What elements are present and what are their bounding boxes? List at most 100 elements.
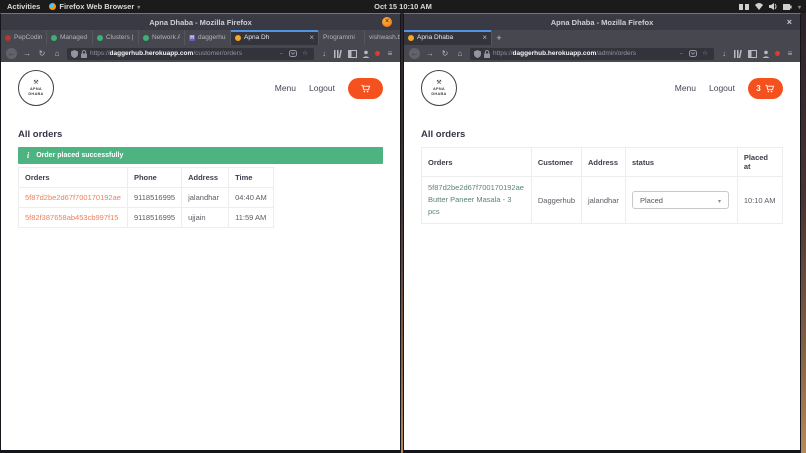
tab-close-icon[interactable]	[482, 33, 487, 42]
tab-label: Managed M	[60, 34, 88, 41]
sidebar-icon[interactable]	[748, 50, 757, 58]
tab-label: Programmi	[323, 34, 360, 41]
admin-orders-table: Orders Customer Address status Placed at…	[421, 147, 783, 224]
hamburger-menu-icon[interactable]	[385, 48, 395, 59]
phone-cell: 9118516995	[127, 208, 181, 228]
logout-link[interactable]: Logout	[309, 83, 335, 93]
pocket-icon[interactable]	[689, 50, 697, 57]
time-cell: 11:59 AM	[229, 208, 274, 228]
lock-icon	[81, 50, 87, 58]
page-actions-icon[interactable]	[276, 48, 286, 59]
col-address: Address	[582, 148, 626, 177]
tab-vishwash[interactable]: vishwash.b	[365, 30, 400, 45]
table-row: 5f87d2be2d67f700170192ae 9118516995 jala…	[19, 188, 274, 208]
tab-daggerhub[interactable]: daggerhub	[185, 30, 231, 45]
cart-button[interactable]	[348, 78, 383, 99]
tab-clusters[interactable]: Clusters | A	[93, 30, 139, 45]
reload-button[interactable]	[440, 48, 450, 59]
col-orders: Orders	[422, 148, 532, 177]
apna-dhaba-logo[interactable]: ⚒ APNA DHABA	[421, 70, 457, 106]
system-tray[interactable]	[739, 0, 801, 13]
hamburger-menu-icon[interactable]	[785, 48, 795, 59]
extension-red-icon[interactable]	[775, 51, 780, 56]
tray-chevron-icon	[798, 2, 801, 11]
green-dot-favicon	[51, 35, 57, 41]
desktop: Activities Firefox Web Browser Oct 15 10…	[0, 0, 806, 453]
back-button[interactable]	[409, 48, 420, 59]
tab-pepcoding[interactable]: PepCoding	[1, 30, 47, 45]
home-button[interactable]	[455, 48, 465, 59]
table-row: 5f82f387658ab453cb997f15 9118516995 ujja…	[19, 208, 274, 228]
sidebar-icon[interactable]	[348, 50, 357, 58]
firefox-window-customer: Apna Dhaba - Mozilla Firefox × PepCoding…	[0, 13, 401, 453]
col-customer: Customer	[531, 148, 581, 177]
home-button[interactable]	[52, 48, 62, 59]
menu-link[interactable]: Menu	[675, 83, 696, 93]
downloads-button[interactable]	[319, 48, 329, 59]
tab-network[interactable]: Network Ac	[139, 30, 185, 45]
left-titlebar[interactable]: Apna Dhaba - Mozilla Firefox ×	[1, 14, 400, 30]
activities-button[interactable]: Activities	[7, 2, 40, 11]
app-menu[interactable]: Firefox Web Browser	[49, 2, 140, 11]
library-icon[interactable]	[334, 50, 343, 58]
close-window-button[interactable]: ×	[382, 17, 392, 27]
table-header-row: Orders Phone Address Time	[19, 168, 274, 188]
col-orders: Orders	[19, 168, 128, 188]
bookmark-star-icon[interactable]	[300, 48, 310, 59]
tab-apna-dhaba-active[interactable]: Apna Dh	[231, 30, 319, 45]
status-select[interactable]: Placed	[632, 191, 729, 209]
right-tabbar: Apna Dhaba	[404, 30, 800, 45]
page-actions-icon[interactable]	[676, 48, 686, 59]
tab-close-icon[interactable]	[309, 33, 314, 42]
cart-button[interactable]: 3	[748, 78, 783, 99]
downloads-button[interactable]	[719, 48, 729, 59]
right-titlebar[interactable]: Apna Dhaba - Mozilla Firefox ×	[404, 14, 800, 30]
table-row: 5f87d2be2d67f700170192ae Butter Paneer M…	[422, 177, 783, 224]
library-icon[interactable]	[734, 50, 743, 58]
crossed-utensils-icon: ⚒	[33, 80, 38, 87]
forward-button[interactable]	[22, 48, 32, 59]
bookmark-star-icon[interactable]	[700, 48, 710, 59]
reload-button[interactable]	[37, 48, 47, 59]
order-id-link[interactable]: 5f87d2be2d67f700170192ae	[25, 193, 121, 202]
logout-link[interactable]: Logout	[709, 83, 735, 93]
firefox-window-admin: Apna Dhaba - Mozilla Firefox × Apna Dhab…	[403, 13, 801, 453]
back-button[interactable]	[6, 48, 17, 59]
info-icon: i	[27, 151, 29, 160]
tab-label: Network Ac	[152, 34, 180, 41]
url-bar[interactable]: https://daggerhub.herokuapp.com/customer…	[67, 48, 314, 60]
order-id[interactable]: 5f87d2be2d67f700170192ae	[428, 182, 525, 194]
heroku-favicon	[189, 35, 195, 41]
extension-red-icon[interactable]	[375, 51, 380, 56]
table-header-row: Orders Customer Address status Placed at	[422, 148, 783, 177]
account-icon[interactable]	[362, 50, 370, 58]
url-bar[interactable]: https://daggerhub.herokuapp.com/admin/or…	[470, 48, 714, 60]
close-window-button[interactable]: ×	[787, 16, 792, 28]
apna-dhaba-logo[interactable]: ⚒ APNA DHABA	[18, 70, 54, 106]
right-window-title: Apna Dhaba - Mozilla Firefox	[551, 18, 654, 27]
keyboard-layout-icon	[739, 4, 749, 10]
col-time: Time	[229, 168, 274, 188]
cart-icon	[360, 83, 371, 94]
col-placed-at: Placed at	[737, 148, 782, 177]
pocket-icon[interactable]	[289, 50, 297, 57]
tab-programming[interactable]: Programmi	[319, 30, 365, 45]
cart-icon	[764, 83, 775, 94]
time-cell: 04:40 AM	[229, 188, 274, 208]
left-tabbar: PepCoding Managed M Clusters | A Network…	[1, 30, 400, 45]
green-dot-favicon	[97, 35, 103, 41]
tab-apna-dhaba-active[interactable]: Apna Dhaba	[404, 30, 492, 45]
customer-orders-page: ⚒ APNA DHABA Menu Logout All orders i Or…	[1, 62, 400, 450]
url-text: https://daggerhub.herokuapp.com/customer…	[90, 50, 273, 57]
menu-link[interactable]: Menu	[275, 83, 296, 93]
order-id-link[interactable]: 5f82f387658ab453cb997f15	[25, 213, 118, 222]
lock-icon	[484, 50, 490, 58]
tab-managed[interactable]: Managed M	[47, 30, 93, 45]
account-icon[interactable]	[762, 50, 770, 58]
wifi-icon	[755, 3, 763, 10]
col-phone: Phone	[127, 168, 181, 188]
success-alert: i Order placed successfully	[18, 147, 383, 164]
forward-button[interactable]	[425, 48, 435, 59]
left-navbar: https://daggerhub.herokuapp.com/customer…	[1, 45, 400, 62]
new-tab-button[interactable]	[492, 30, 506, 45]
